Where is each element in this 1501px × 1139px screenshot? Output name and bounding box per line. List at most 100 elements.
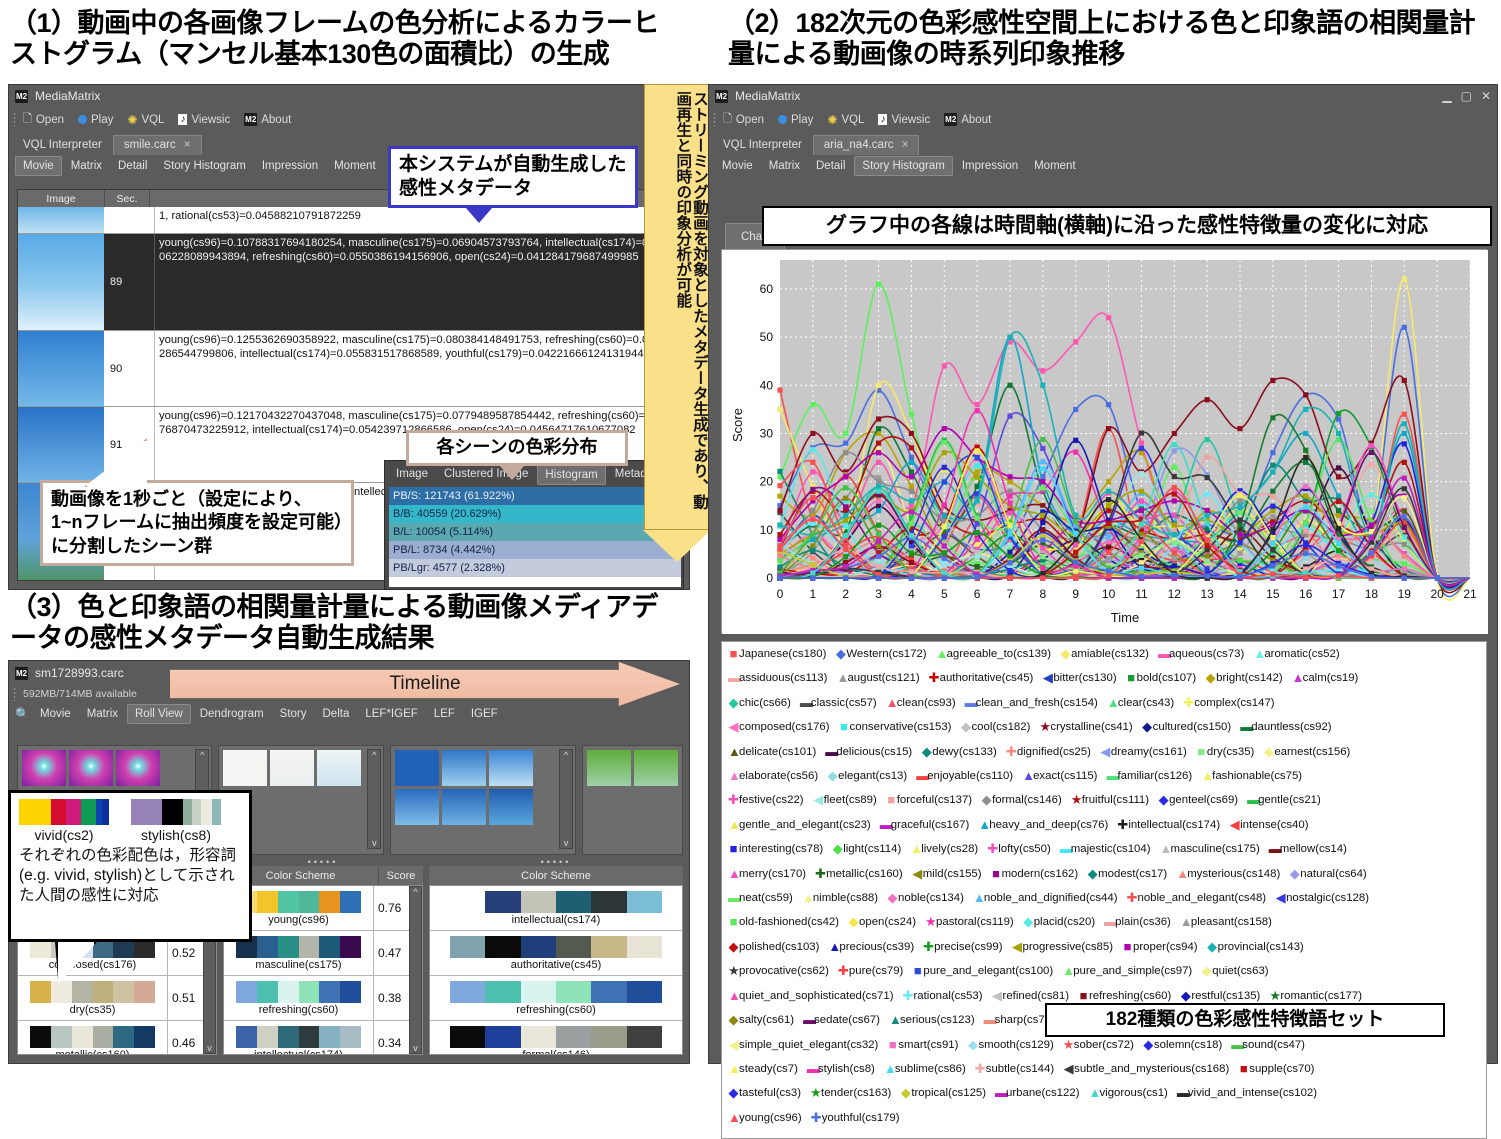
legend-item[interactable]: ✚metallic(cs160) xyxy=(815,868,903,880)
legend-item[interactable]: ◆placid(cs20) xyxy=(1023,916,1095,928)
subtab-impression[interactable]: Impression xyxy=(255,157,325,175)
legend-item[interactable]: ▬familiar(cs126) xyxy=(1106,770,1192,782)
legend-item[interactable]: ▲young(cs96) xyxy=(728,1112,802,1124)
color-scheme-row[interactable]: young(cs96) 0.76 xyxy=(224,886,422,931)
legend-item[interactable]: ■smart(cs91) xyxy=(887,1039,958,1051)
subtab-roll-view[interactable]: Roll View xyxy=(127,704,191,724)
legend-item[interactable]: ▲steady(cs7) xyxy=(728,1063,798,1075)
legend-item[interactable]: ◆smooth(cs129) xyxy=(967,1039,1053,1051)
legend-item[interactable]: ★tender(cs163) xyxy=(810,1087,891,1099)
subtab-story-histogram[interactable]: Story Histogram xyxy=(854,156,952,176)
legend-item[interactable]: ■bold(cs107) xyxy=(1126,672,1197,684)
legend-item[interactable]: ▲precious(cs39) xyxy=(828,941,914,953)
subtab-movie[interactable]: Movie xyxy=(33,705,78,723)
legend-item[interactable]: ✚noble_and_elegant(cs48) xyxy=(1127,892,1267,904)
legend-item[interactable]: ■supple(cs70) xyxy=(1238,1063,1314,1075)
legend-item[interactable]: ◆chic(cs66) xyxy=(728,697,791,709)
legend-item[interactable]: ▬sound(cs47) xyxy=(1231,1039,1305,1051)
legend-item[interactable]: ▲elaborate(cs56) xyxy=(728,770,818,782)
subtab-igef[interactable]: IGEF xyxy=(464,705,505,723)
search-icon[interactable]: 🔍 xyxy=(15,707,30,721)
legend-item[interactable]: ▲mysterious(cs148) xyxy=(1176,868,1280,880)
subtab-movie[interactable]: Movie xyxy=(715,157,760,175)
legend-item[interactable]: ▲clean(cs93) xyxy=(886,697,956,709)
legend-item[interactable]: ◀subtle_and_mysterious(cs168) xyxy=(1063,1063,1229,1075)
legend-item[interactable]: ▲serious(cs123) xyxy=(889,1014,975,1026)
tab-aria-na4-carc[interactable]: aria_na4.carc × xyxy=(813,135,920,155)
legend-item[interactable]: ◆light(cs114) xyxy=(832,843,901,855)
close-icon[interactable]: × xyxy=(184,139,191,151)
scroll-down-icon[interactable]: v xyxy=(372,838,377,848)
legend-item[interactable]: ▲agreeable_to(cs139) xyxy=(936,648,1052,660)
legend-item[interactable]: ▬urbane(cs122) xyxy=(995,1087,1079,1099)
legend-item[interactable]: ▲nimble(cs88) xyxy=(802,892,878,904)
about-button[interactable]: M2 About xyxy=(944,113,991,126)
scroll-down-icon[interactable]: v xyxy=(564,838,569,848)
legend-item[interactable]: ▬delicious(cs15) xyxy=(825,746,912,758)
legend-item[interactable]: ✚precise(cs99) xyxy=(923,941,1002,953)
legend-item[interactable]: ▲sublime(cs86) xyxy=(884,1063,966,1075)
open-button[interactable]: 🗋 Open xyxy=(723,110,764,129)
legend-item[interactable]: ▬dauntless(cs92) xyxy=(1240,721,1331,733)
panel-handle[interactable]: ••••• xyxy=(223,857,423,866)
subtab-lef-igef[interactable]: LEF*IGEF xyxy=(358,705,424,723)
vql-button[interactable]: ✺ VQL xyxy=(827,113,864,127)
close-icon[interactable]: × xyxy=(902,139,909,151)
legend-item[interactable]: ▲gentle_and_elegant(cs23) xyxy=(728,819,871,831)
legend-item[interactable]: ▲quiet_and_sophisticated(cs71) xyxy=(728,990,894,1002)
legend-item[interactable]: ◀intense(cs40) xyxy=(1229,819,1308,831)
close-button[interactable]: ✕ xyxy=(1481,89,1491,103)
legend-item[interactable]: ◀bitter(cs130) xyxy=(1042,672,1116,684)
scene-pane[interactable] xyxy=(582,745,683,855)
legend-item[interactable]: ■modern(cs162) xyxy=(991,868,1079,880)
color-scheme-row[interactable]: authoritative(cs45) xyxy=(430,931,682,976)
legend-item[interactable]: ✚complex(cs147) xyxy=(1183,697,1274,709)
legend-item[interactable]: ▲masculine(cs175) xyxy=(1160,843,1260,855)
legend-item[interactable]: ▲fashionable(cs75) xyxy=(1201,770,1302,782)
color-scheme-row[interactable]: formal(cs146) xyxy=(430,1021,682,1055)
scroll-up-icon[interactable]: ^ xyxy=(413,887,417,897)
open-button[interactable]: 🗋 Open xyxy=(23,110,64,129)
legend-item[interactable]: ◆solemn(cs18) xyxy=(1143,1039,1222,1051)
legend-item[interactable]: ◆cool(cs182) xyxy=(960,721,1030,733)
color-scheme-row[interactable]: refreshing(cs60) xyxy=(430,976,682,1021)
scroll-down-icon[interactable]: v xyxy=(207,1043,212,1053)
legend-item[interactable]: ◀nostalgic(cs128) xyxy=(1275,892,1369,904)
color-scheme-row[interactable]: masculine(cs175) 0.47 xyxy=(224,931,422,976)
legend-item[interactable]: ▬enjoyable(cs110) xyxy=(916,770,1013,782)
legend-item[interactable]: ◀composed(cs176) xyxy=(728,721,830,733)
play-button[interactable]: Play xyxy=(778,114,813,126)
legend-item[interactable]: ▬plain(cs36) xyxy=(1104,916,1171,928)
legend-item[interactable]: ◆provincial(cs143) xyxy=(1207,941,1304,953)
legend-item[interactable]: ★sober(cs72) xyxy=(1063,1039,1134,1051)
legend-item[interactable]: ◆open(cs24) xyxy=(848,916,916,928)
legend-item[interactable]: ▬majestic(cs104) xyxy=(1060,843,1151,855)
legend-item[interactable]: ▬graceful(cs167) xyxy=(880,819,970,831)
vql-button[interactable]: ✺ VQL xyxy=(127,113,164,127)
legend-item[interactable]: ▲merry(cs170) xyxy=(728,868,806,880)
subtab-impression[interactable]: Impression xyxy=(955,157,1025,175)
panel-handle[interactable]: ••••• xyxy=(429,857,683,866)
legend-item[interactable]: ◆natural(cs64) xyxy=(1289,868,1366,880)
legend-item[interactable]: ■pure_and_elegant(cs100) xyxy=(912,965,1053,977)
legend-item[interactable]: ★crystalline(cs41) xyxy=(1039,721,1132,733)
legend-item[interactable]: ★romantic(cs177) xyxy=(1269,990,1362,1002)
legend-item[interactable]: ▲pure_and_simple(cs97) xyxy=(1062,965,1192,977)
legend-item[interactable]: ✚subtle(cs144) xyxy=(975,1063,1054,1075)
subtab-moment[interactable]: Moment xyxy=(327,157,383,175)
subtab-matrix[interactable]: Matrix xyxy=(762,157,807,175)
legend-item[interactable]: ◆modest(cs17) xyxy=(1087,868,1167,880)
histogram-list[interactable]: PB/S: 121743 (61.922%) B/B: 40559 (20.62… xyxy=(389,487,681,587)
subtab-story[interactable]: Story xyxy=(273,705,314,723)
legend-item[interactable]: ■forceful(cs137) xyxy=(886,794,972,806)
scroll-down-icon[interactable]: v xyxy=(413,1043,418,1053)
legend-item[interactable]: ▬mellow(cs14) xyxy=(1269,843,1347,855)
legend-item[interactable]: ◀refined(cs81) xyxy=(992,990,1069,1002)
scrollbar-vertical[interactable]: ^v xyxy=(559,749,573,849)
legend-item[interactable]: ▬clean_and_fresh(cs154) xyxy=(965,697,1098,709)
legend-item[interactable]: ◆elegant(cs13) xyxy=(827,770,907,782)
legend-item[interactable]: ◆quiet(cs63) xyxy=(1201,965,1268,977)
maximize-button[interactable]: ▢ xyxy=(1461,89,1472,103)
legend-item[interactable]: ▬stylish(cs8) xyxy=(807,1063,875,1075)
table-row[interactable]: 90 young(cs96)=0.1255362690358922, mascu… xyxy=(18,331,681,407)
